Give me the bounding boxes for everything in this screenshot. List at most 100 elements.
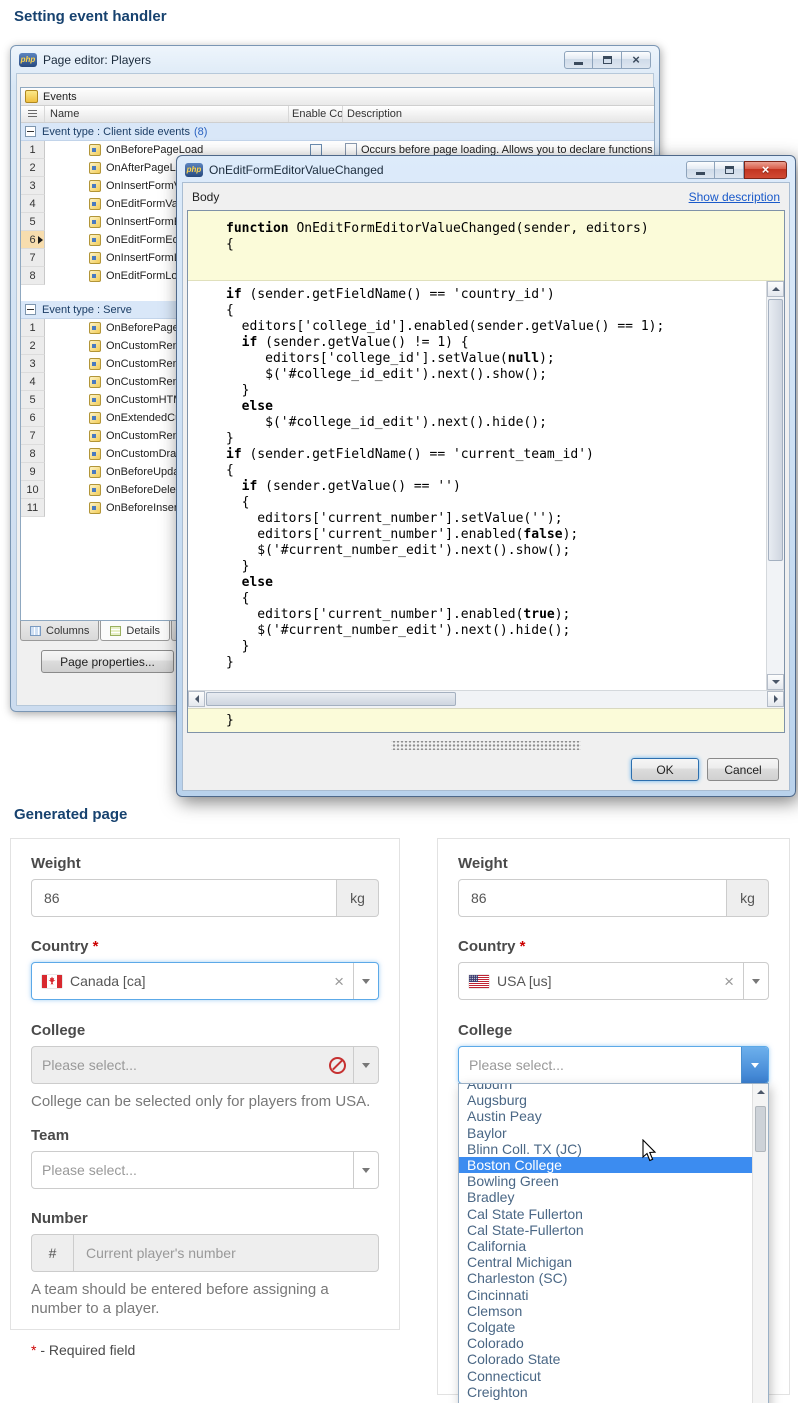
horizontal-scroll-thumb[interactable] xyxy=(206,692,456,706)
code-menu-strip: Body Show description xyxy=(183,183,789,210)
collapse-icon[interactable] xyxy=(25,126,36,137)
scroll-thumb[interactable] xyxy=(755,1106,766,1152)
required-field-note: * - Required field xyxy=(31,1342,136,1358)
collapse-icon[interactable] xyxy=(25,304,36,315)
code-body[interactable]: if (sender.getFieldName() == 'country_id… xyxy=(188,281,784,690)
clear-selection-icon[interactable]: × xyxy=(715,973,743,990)
dropdown-toggle[interactable] xyxy=(743,963,768,999)
country-label: Country * xyxy=(31,938,99,955)
resize-grip[interactable] xyxy=(183,738,789,753)
dropdown-option[interactable]: Auburn xyxy=(459,1084,753,1092)
weight-input[interactable] xyxy=(458,879,727,917)
dropdown-option[interactable]: Bradley xyxy=(459,1189,753,1205)
maximize-button[interactable] xyxy=(715,160,744,179)
code-editor[interactable]: function OnEditFormEditorValueChanged(se… xyxy=(187,210,785,733)
dropdown-option[interactable]: Colorado State xyxy=(459,1351,753,1367)
scroll-down-button[interactable] xyxy=(767,674,784,690)
row-number: 8 xyxy=(21,267,45,285)
server-group-label: Event type : Serve xyxy=(42,303,132,316)
dropdown-option[interactable]: Augsburg xyxy=(459,1092,753,1108)
row-number: 7 xyxy=(21,427,45,445)
chevron-down-icon xyxy=(362,1167,370,1173)
grip-dots-icon xyxy=(391,741,581,750)
dropdown-option[interactable]: Connecticut xyxy=(459,1368,753,1384)
minimize-button[interactable] xyxy=(686,160,715,179)
close-button[interactable]: × xyxy=(744,160,787,179)
cancel-button[interactable]: Cancel xyxy=(707,758,779,781)
window-titlebar[interactable]: php Page editor: Players × xyxy=(11,46,659,73)
heading-setting-event-handler: Setting event handler xyxy=(14,8,167,25)
dropdown-option[interactable]: Creighton xyxy=(459,1384,753,1400)
team-placeholder: Please select... xyxy=(42,1162,137,1178)
chevron-down-icon xyxy=(751,1062,759,1068)
dropdown-option[interactable]: Central Michigan xyxy=(459,1254,753,1270)
tab-columns[interactable]: Columns xyxy=(20,621,100,641)
clear-selection-icon[interactable]: × xyxy=(325,973,353,990)
up-arrow-icon xyxy=(771,287,780,291)
vertical-scroll-thumb[interactable] xyxy=(768,299,783,561)
dropdown-option[interactable]: Cal State-Fullerton xyxy=(459,1222,753,1238)
event-name: OnCustomDraw xyxy=(106,448,185,460)
event-name: OnInsertFormL xyxy=(106,252,180,264)
event-name: OnExtendedCu xyxy=(106,412,182,424)
country-select[interactable]: USA [us] × xyxy=(458,962,769,1000)
dropdown-toggle-active[interactable] xyxy=(741,1047,768,1083)
code-client-area: Body Show description function OnEditFor… xyxy=(182,182,790,791)
college-dropdown-list: Auburn Augsburg Austin Peay Baylor Blinn Col… xyxy=(458,1083,769,1403)
code-line: } xyxy=(226,655,234,670)
code-line: } xyxy=(226,639,250,654)
scroll-down-button[interactable] xyxy=(753,1397,768,1403)
scroll-up-button[interactable] xyxy=(753,1084,768,1099)
dropdown-option[interactable]: Cincinnati xyxy=(459,1287,753,1303)
dropdown-option[interactable]: Charleston (SC) xyxy=(459,1270,753,1286)
scroll-left-button[interactable] xyxy=(188,691,205,707)
event-script-icon xyxy=(89,448,101,460)
dropdown-option[interactable]: Boston College xyxy=(459,1157,753,1174)
window-titlebar[interactable]: php OnEditFormEditorValueChanged × xyxy=(177,156,795,183)
team-select[interactable]: Please select... xyxy=(31,1151,379,1189)
dropdown-option[interactable]: Austin Peay xyxy=(459,1108,753,1124)
row-list-icon xyxy=(28,110,37,118)
country-select[interactable]: Canada [ca] × xyxy=(31,962,379,1000)
maximize-button[interactable] xyxy=(593,50,622,69)
dropdown-option[interactable]: Colgate xyxy=(459,1319,753,1335)
code-line: editors['current_number'].enabled(true); xyxy=(226,607,571,622)
dropdown-option[interactable]: Clemson xyxy=(459,1303,753,1319)
row-number: 5 xyxy=(21,213,45,231)
close-button[interactable]: × xyxy=(622,50,651,69)
page-properties-button[interactable]: Page properties... xyxy=(41,650,174,673)
dropdown-option[interactable]: Cal State Fullerton xyxy=(459,1206,753,1222)
code-line: $('#current_number_edit').next().show(); xyxy=(226,543,571,558)
tab-details[interactable]: Details xyxy=(100,621,171,641)
tab-label: Columns xyxy=(46,624,90,637)
dropdown-scrollbar[interactable] xyxy=(752,1084,768,1403)
column-header-name[interactable]: Name xyxy=(45,106,289,122)
dropdown-option[interactable]: California xyxy=(459,1238,753,1254)
row-number: 3 xyxy=(21,177,45,195)
weight-input[interactable] xyxy=(31,879,337,917)
column-header-description[interactable]: Description xyxy=(343,106,654,122)
code-frozen-header: function OnEditFormEditorValueChanged(se… xyxy=(188,211,784,281)
scroll-right-button[interactable] xyxy=(767,691,784,707)
dropdown-option[interactable]: Colorado xyxy=(459,1335,753,1351)
college-combobox-open[interactable]: Please select... xyxy=(458,1046,769,1084)
ok-button[interactable]: OK xyxy=(631,758,699,781)
dropdown-toggle xyxy=(353,1047,378,1083)
left-arrow-icon xyxy=(194,695,199,703)
dropdown-option[interactable]: Blinn Coll. TX (JC) xyxy=(459,1141,753,1157)
dropdown-option[interactable]: Baylor xyxy=(459,1125,753,1141)
show-description-link[interactable]: Show description xyxy=(689,190,780,204)
dropdown-toggle[interactable] xyxy=(353,963,378,999)
tab-label: Details xyxy=(126,624,161,637)
row-number: 5 xyxy=(21,391,45,409)
event-name: OnEditFormVali xyxy=(106,198,183,210)
dropdown-toggle[interactable] xyxy=(353,1152,378,1188)
code-line: editors['college_id'].enabled(sender.get… xyxy=(226,319,665,334)
dropdown-option[interactable]: Bowling Green xyxy=(459,1173,753,1189)
column-header-enable-code[interactable]: Enable Coc xyxy=(289,106,343,122)
vertical-scrollbar[interactable] xyxy=(766,281,784,690)
client-events-group-row[interactable]: Event type : Client side events (8) xyxy=(21,123,654,141)
scroll-up-button[interactable] xyxy=(767,281,784,297)
horizontal-scrollbar[interactable] xyxy=(188,690,784,708)
minimize-button[interactable] xyxy=(564,50,593,69)
